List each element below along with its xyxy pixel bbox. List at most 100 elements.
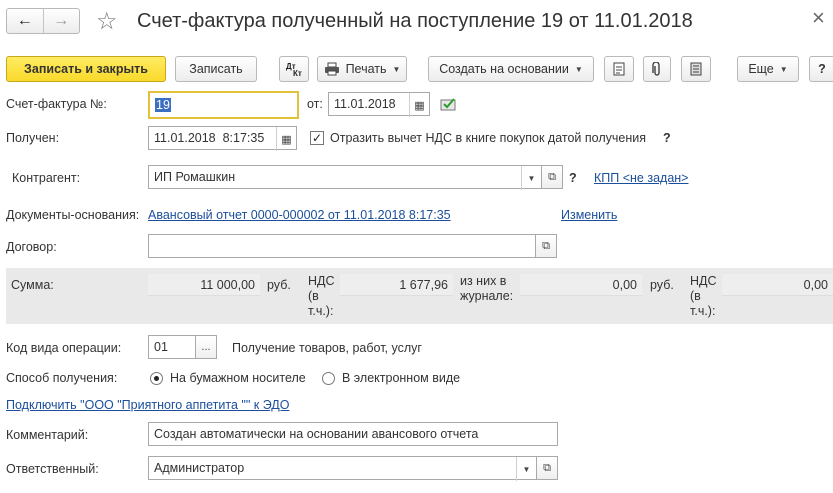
journal-vat-value: 0,00 (722, 274, 833, 296)
open-responsible-button[interactable]: ⧉ (536, 456, 558, 480)
counterparty-input[interactable]: ИП Ромашкин ▼ (148, 165, 542, 190)
journal-value: 0,00 (520, 274, 642, 296)
svg-text:Кт: Кт (293, 69, 302, 77)
document-icon (613, 62, 625, 76)
vat-label-line3: т.ч.): (308, 304, 334, 318)
list-icon (690, 62, 702, 76)
vat-deduction-label: Отразить вычет НДС в книге покупок датой… (330, 131, 646, 145)
comment-input[interactable]: Создан автоматически на основании авансо… (148, 422, 558, 446)
radio-electronic-label[interactable]: В электронном виде (342, 371, 460, 385)
save-button[interactable]: Записать (175, 56, 257, 82)
from-date-value: 11.01.2018 (334, 97, 396, 111)
forward-arrow-icon: → (53, 12, 70, 29)
document-button[interactable] (604, 56, 634, 82)
open-form-icon: ⧉ (548, 170, 556, 183)
back-arrow-icon: ← (16, 12, 33, 29)
comment-value: Создан автоматически на основании авансо… (154, 427, 479, 441)
invoice-number-value: 19 (155, 98, 171, 112)
sum-currency: руб. (267, 278, 291, 292)
counterparty-help-icon[interactable]: ? (569, 171, 577, 185)
radio-paper[interactable] (150, 372, 163, 385)
vat-help-icon[interactable]: ? (663, 131, 671, 145)
received-datetime-input[interactable]: 11.01.2018 8:17:35 ▦ (148, 126, 297, 151)
received-label: Получен: (6, 131, 60, 145)
journal-vat-label-line3: т.ч.): (690, 304, 716, 318)
calendar-icon[interactable]: ▦ (409, 93, 429, 117)
radio-paper-label[interactable]: На бумажном носителе (170, 371, 306, 385)
close-icon[interactable]: × (812, 5, 825, 31)
invoice-number-label: Счет-фактура №: (6, 97, 107, 111)
operation-code-label: Код вида операции: (6, 341, 122, 355)
print-button[interactable]: Печать ▼ (317, 56, 407, 82)
forward-button[interactable]: → (44, 9, 80, 33)
vat-label-line2: (в (308, 289, 319, 303)
chevron-down-icon[interactable]: ▼ (521, 166, 541, 190)
operation-code-input[interactable]: 01 (148, 335, 196, 359)
journal-label: из них в журнале: (460, 274, 513, 304)
journal-vat-label-line2: (в (690, 289, 701, 303)
kpp-link[interactable]: КПП <не задан> (594, 171, 688, 185)
save-label: Записать (189, 62, 243, 76)
operation-code-value: 01 (154, 340, 168, 354)
from-date-input[interactable]: 11.01.2018 ▦ (328, 92, 430, 117)
paperclip-icon (652, 61, 660, 76)
window-title: Счет-фактура полученный на поступление 1… (137, 10, 693, 32)
journal-currency: руб. (650, 278, 674, 292)
sum-value: 11 000,00 (148, 274, 260, 296)
chevron-down-icon: ▼ (574, 64, 583, 74)
received-datetime-value: 11.01.2018 8:17:35 (154, 131, 265, 145)
counterparty-label: Контрагент: (12, 171, 81, 185)
chevron-down-icon: ▼ (392, 64, 401, 74)
checkmark-icon: ✓ (311, 131, 323, 145)
more-button[interactable]: Еще ▼ (737, 56, 799, 82)
open-form-icon: ⧉ (542, 239, 550, 252)
operation-code-select-button[interactable]: ... (195, 335, 217, 359)
posted-check-icon (440, 98, 456, 111)
create-based-on-button[interactable]: Создать на основании ▼ (428, 56, 594, 82)
open-form-icon: ⧉ (543, 461, 551, 474)
basis-document-link[interactable]: Авансовый отчет 0000-000002 от 11.01.201… (148, 208, 451, 222)
radio-electronic[interactable] (322, 372, 335, 385)
responsible-value: Администратор (154, 461, 245, 475)
ellipsis-icon: ... (201, 341, 211, 353)
create-based-on-label: Создать на основании (439, 62, 569, 76)
vat-label: НДС (в т.ч.): (308, 274, 335, 319)
help-button[interactable]: ? (809, 56, 833, 82)
more-label: Еще (748, 62, 774, 76)
sum-label: Сумма: (11, 278, 54, 292)
attach-button[interactable] (643, 56, 671, 82)
printer-icon (324, 62, 339, 76)
invoice-number-input[interactable]: 19 (148, 91, 299, 119)
edo-connect-link[interactable]: Подключить "ООО "Приятного аппетита "" к… (6, 398, 289, 412)
responsible-input[interactable]: Администратор ▼ (148, 456, 537, 481)
comment-label: Комментарий: (6, 428, 89, 442)
vat-deduction-checkbox[interactable]: ✓ (310, 131, 324, 145)
chevron-down-icon: ▼ (779, 64, 788, 74)
from-date-label: от: (307, 97, 323, 111)
chevron-down-icon[interactable]: ▼ (516, 457, 536, 481)
vat-value: 1 677,96 (340, 274, 453, 296)
back-button[interactable]: ← (7, 9, 44, 33)
operation-code-description: Получение товаров, работ, услуг (232, 341, 422, 355)
responsible-label: Ответственный: (6, 462, 99, 476)
journal-label-line1: из них в (460, 274, 507, 288)
calendar-icon[interactable]: ▦ (276, 127, 296, 151)
contract-input[interactable] (148, 234, 536, 258)
save-and-close-label: Записать и закрыть (24, 62, 148, 76)
change-link[interactable]: Изменить (561, 208, 617, 222)
help-label: ? (818, 62, 826, 76)
nav-buttons: ← → (6, 8, 80, 34)
save-and-close-button[interactable]: Записать и закрыть (6, 56, 166, 82)
journal-label-line2: журнале: (460, 289, 514, 303)
receipt-method-label: Способ получения: (6, 371, 118, 385)
open-contract-button[interactable]: ⧉ (535, 234, 557, 258)
counterparty-value: ИП Ромашкин (154, 170, 236, 184)
journal-vat-label-line1: НДС (690, 274, 717, 288)
vat-label-line1: НДС (308, 274, 335, 288)
favorite-star-icon[interactable]: ☆ (96, 7, 118, 36)
open-counterparty-button[interactable]: ⧉ (541, 165, 563, 189)
print-label: Печать (345, 62, 387, 76)
list-button[interactable] (681, 56, 711, 82)
journal-vat-label: НДС (в т.ч.): (690, 274, 717, 319)
dt-kt-button[interactable]: Дт Кт (279, 56, 309, 82)
